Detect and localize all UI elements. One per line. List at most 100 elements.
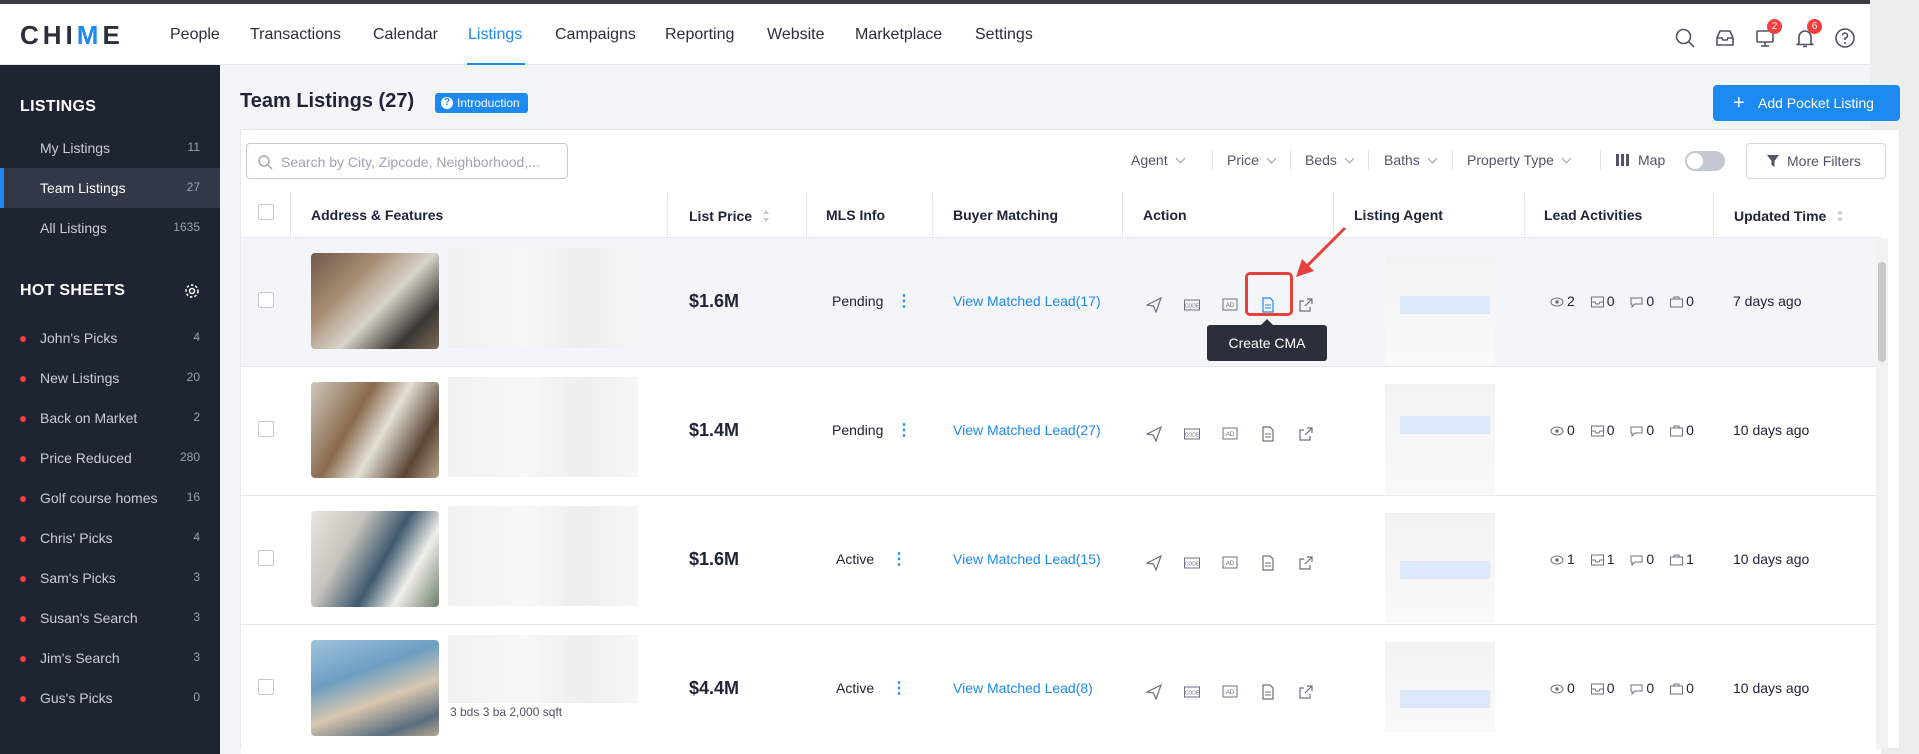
hot-sheet-item[interactable]: Jim's Search 3 [0,638,220,678]
nav-settings[interactable]: Settings [975,26,1033,44]
add-pocket-listing-button[interactable]: + Add Pocket Listing [1713,85,1900,121]
send-icon[interactable] [1146,297,1162,313]
briefcase-icon [1670,296,1684,308]
hot-sheet-item[interactable]: Price Reduced 280 [0,438,220,478]
hot-sheet-item[interactable]: Susan's Search 3 [0,598,220,638]
row-checkbox[interactable] [258,421,274,437]
inbox-icon[interactable] [1713,26,1737,50]
map-toggle[interactable] [1685,151,1725,171]
baths-filter[interactable]: Baths [1384,152,1438,168]
updated-time: 10 days ago [1733,680,1810,696]
sidebar-item-my-listings[interactable]: My Listings 11 [0,128,220,168]
property-type-filter[interactable]: Property Type [1467,152,1572,168]
header-list-price[interactable]: List Price [689,207,770,224]
help-icon[interactable] [1833,26,1857,50]
chime-logo[interactable]: CHIME [20,20,124,51]
hot-sheet-item[interactable]: Gus's Picks 0 [0,678,220,718]
list-price: $1.6M [689,291,740,311]
scrollbar-thumb[interactable] [1878,262,1886,362]
sidebar-item-all-listings[interactable]: All Listings 1635 [0,208,220,248]
send-icon[interactable] [1146,555,1162,571]
create-cma-icon[interactable] [1260,684,1276,700]
nav-reporting[interactable]: Reporting [665,26,734,44]
gear-icon[interactable] [184,283,200,299]
more-filters-button[interactable]: More Filters [1746,143,1886,179]
share-icon[interactable] [1298,684,1314,700]
ad-icon[interactable]: AD [1222,297,1238,313]
share-icon[interactable] [1298,426,1314,442]
create-cma-tooltip: Create CMA [1207,319,1327,361]
nav-marketplace[interactable]: Marketplace [855,26,942,44]
nav-campaigns[interactable]: Campaigns [555,26,636,44]
view-matched-lead-link[interactable]: View Matched Lead(15) [953,551,1101,567]
view-matched-lead-link[interactable]: View Matched Lead(8) [953,680,1093,696]
code-icon[interactable]: CODE [1184,684,1200,700]
more-options-icon[interactable]: ⋮ [896,291,912,311]
nav-transactions[interactable]: Transactions [250,26,341,44]
hot-sheet-item[interactable]: Back on Market 2 [0,398,220,438]
beds-filter[interactable]: Beds [1305,152,1355,168]
hot-sheet-item[interactable]: Golf course homes 16 [0,478,220,518]
listing-photo[interactable] [311,511,439,607]
lead-activities: 0 0 0 0 [1550,680,1706,696]
hot-sheet-item[interactable]: New Listings 20 [0,358,220,398]
price-filter[interactable]: Price [1227,152,1277,168]
code-icon[interactable]: CODE [1184,426,1200,442]
listing-photo[interactable] [311,382,439,478]
search-input[interactable] [281,152,561,172]
sidebar-item-team-listings[interactable]: Team Listings 27 [0,168,220,208]
redacted-address [448,506,638,606]
header-lead-activities: Lead Activities [1544,207,1643,223]
ad-icon[interactable]: AD [1222,426,1238,442]
lead-activities: 1 1 0 1 [1550,551,1706,567]
chevron-down-icon [1561,153,1572,164]
hot-sheet-item[interactable]: Chris' Picks 4 [0,518,220,558]
svg-text:AD: AD [1226,303,1235,309]
send-icon[interactable] [1146,426,1162,442]
highlight-box [1245,272,1293,316]
nav-website[interactable]: Website [767,26,825,44]
send-icon[interactable] [1146,684,1162,700]
agent-filter[interactable]: Agent [1131,152,1186,168]
row-checkbox[interactable] [258,550,274,566]
nav-people[interactable]: People [170,26,220,44]
nav-calendar[interactable]: Calendar [373,26,438,44]
hot-sheet-item[interactable]: Sam's Picks 3 [0,558,220,598]
listings-heading: LISTINGS [20,98,97,115]
view-matched-lead-link[interactable]: View Matched Lead(27) [953,422,1101,438]
ad-icon[interactable]: AD [1222,555,1238,571]
select-all-checkbox[interactable] [258,204,274,220]
divider [1212,150,1213,170]
view-matched-lead-link[interactable]: View Matched Lead(17) [953,293,1101,309]
hot-sheet-item[interactable]: John's Picks 4 [0,318,220,358]
messages-badge: 2 [1767,19,1782,34]
more-options-icon[interactable]: ⋮ [891,678,907,698]
redacted-agent-name [1400,416,1490,434]
annotation-arrow-icon [1296,226,1347,277]
more-options-icon[interactable]: ⋮ [891,549,907,569]
more-options-icon[interactable]: ⋮ [896,420,912,440]
row-checkbox[interactable] [258,679,274,695]
share-icon[interactable] [1298,297,1314,313]
svg-text:CODE: CODE [1185,433,1200,439]
table-scrollbar[interactable] [1876,238,1888,749]
create-cma-icon[interactable] [1260,426,1276,442]
create-cma-icon[interactable] [1260,555,1276,571]
code-icon[interactable]: CODE [1184,555,1200,571]
row-checkbox[interactable] [258,292,274,308]
eye-icon [1550,555,1564,565]
header-mls-info: MLS Info [826,207,886,223]
toggle-knob [1687,153,1703,169]
listing-photo[interactable] [311,253,439,349]
header-updated-time[interactable]: Updated Time [1734,207,1844,224]
listing-photo[interactable] [311,640,439,736]
search-box[interactable] [246,143,568,179]
code-icon[interactable]: CODE [1184,297,1200,313]
introduction-button[interactable]: ? Introduction [435,93,528,113]
search-icon[interactable] [1673,26,1697,50]
ad-icon[interactable]: AD [1222,684,1238,700]
eye-icon [1550,297,1564,307]
share-icon[interactable] [1298,555,1314,571]
comment-icon [1630,555,1643,567]
nav-listings[interactable]: Listings [468,26,522,44]
